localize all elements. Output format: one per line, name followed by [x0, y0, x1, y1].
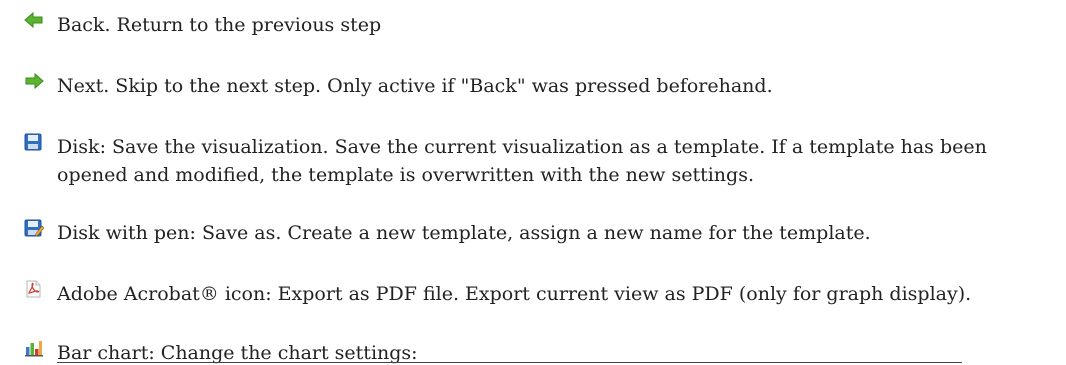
bar-chart-icon: [24, 339, 46, 361]
pdf-export-description: Adobe Acrobat® icon: Export as PDF file.…: [57, 283, 972, 305]
floppy-disk-icon: [24, 133, 46, 155]
save-description: Disk: Save the visualization. Save the c…: [57, 136, 987, 186]
next-description: Next. Skip to the next step. Only active…: [57, 75, 773, 97]
pdf-icon: [24, 280, 46, 302]
back-description: Back. Return to the previous step: [57, 14, 382, 36]
save-as-description: Disk with pen: Save as. Create a new tem…: [57, 222, 871, 244]
green-left-arrow-icon: [24, 11, 46, 33]
floppy-disk-pen-icon: [24, 219, 46, 241]
green-right-arrow-icon: [24, 72, 46, 94]
table-top-rule: [57, 362, 962, 363]
